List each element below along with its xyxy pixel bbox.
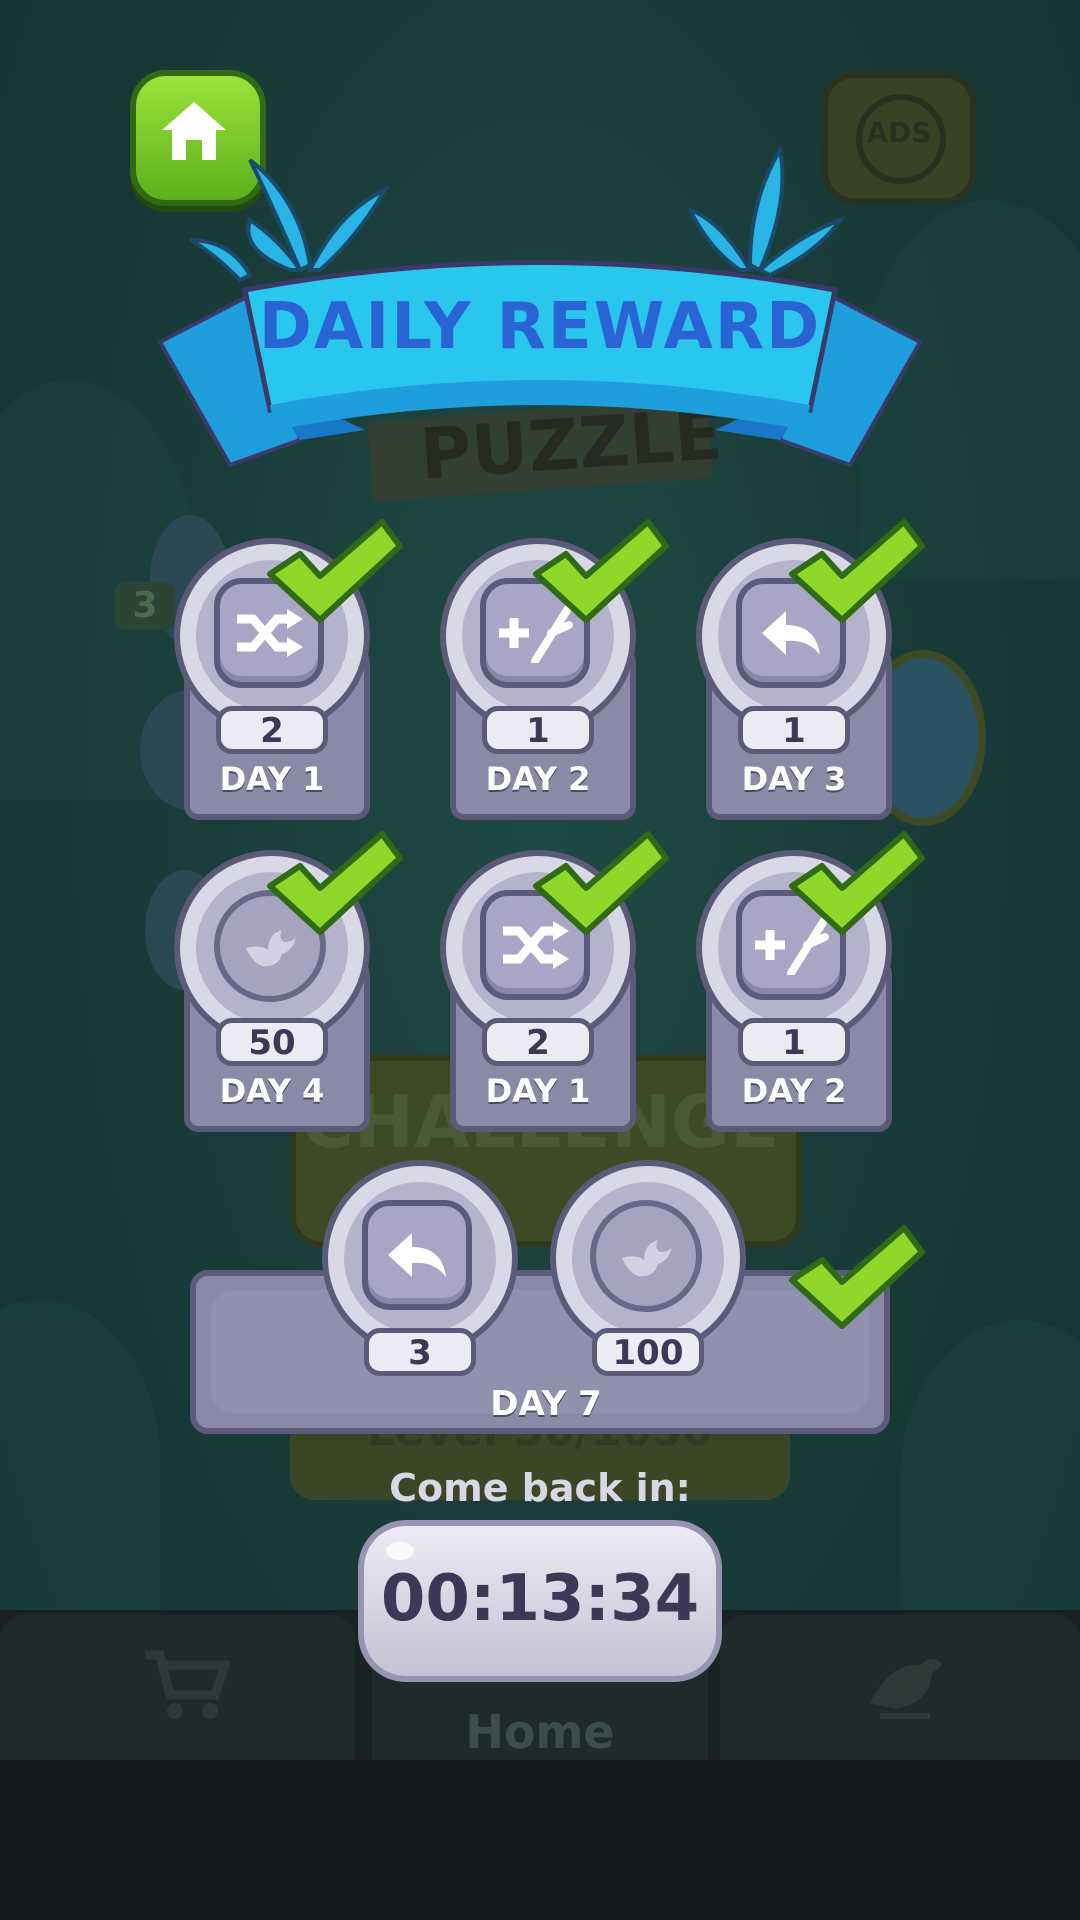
countdown-timer: 00:13:34 [358, 1520, 722, 1682]
daily-reward-screen: PUZZLE 3 CHALLENGE Level 50/1050 Home AD… [0, 0, 1080, 1920]
daily-reward-title: DAILY REWARD [258, 290, 822, 364]
check-icon [533, 831, 669, 935]
reward-tile[interactable]: 1 DAY 2 [440, 519, 669, 828]
bottom-strip [0, 1760, 1080, 1920]
bird-coin-icon [590, 1200, 702, 1312]
reward-tile[interactable]: 2 DAY 1 [440, 831, 669, 1140]
reward-tile[interactable]: 1 DAY 3 [696, 519, 925, 828]
come-back-label: Come back in: [389, 1466, 691, 1510]
reward-count: 3 [364, 1328, 476, 1376]
cart-icon [140, 1645, 232, 1744]
reward-count: 1 [738, 706, 850, 754]
tab-home-label: Home [465, 1705, 615, 1759]
reward-tile[interactable]: 2 DAY 1 [174, 519, 403, 828]
timer-value: 00:13:34 [380, 1562, 700, 1636]
check-icon [267, 519, 403, 623]
check-icon [789, 519, 925, 623]
day7-check-icon [789, 1225, 925, 1329]
check-icon [533, 519, 669, 623]
reward-tile[interactable]: 1 DAY 2 [696, 831, 925, 1140]
day7-reward-coins: 100 [550, 1160, 750, 1450]
reward-count: 100 [592, 1328, 704, 1376]
reward-tile[interactable]: 50 DAY 4 [174, 831, 403, 1140]
reward-count: 1 [738, 1018, 850, 1066]
tab-birds [720, 1615, 1080, 1765]
day7-label: DAY 7 [490, 1384, 602, 1424]
reward-day-label: DAY 4 [219, 1072, 325, 1110]
reward-day-label: DAY 3 [741, 760, 847, 798]
reward-day-label: DAY 1 [485, 1072, 591, 1110]
reward-day-label: DAY 2 [485, 760, 591, 798]
reward-count: 1 [482, 706, 594, 754]
reward-day-label: DAY 1 [219, 760, 325, 798]
bird-icon [860, 1643, 950, 1752]
day7-reward-undo: 3 [322, 1160, 522, 1450]
reward-count: 2 [216, 706, 328, 754]
reward-day-label: DAY 2 [741, 1072, 847, 1110]
reward-count: 2 [482, 1018, 594, 1066]
check-icon [267, 831, 403, 935]
side-counter: 3 [115, 582, 175, 630]
check-icon [789, 831, 925, 935]
reward-count: 50 [216, 1018, 328, 1066]
undo-icon [362, 1200, 472, 1310]
tab-shop [0, 1615, 355, 1765]
palm-leaf-decoration [0, 1300, 160, 1620]
day7-panel: DAY 7 [190, 1270, 890, 1434]
